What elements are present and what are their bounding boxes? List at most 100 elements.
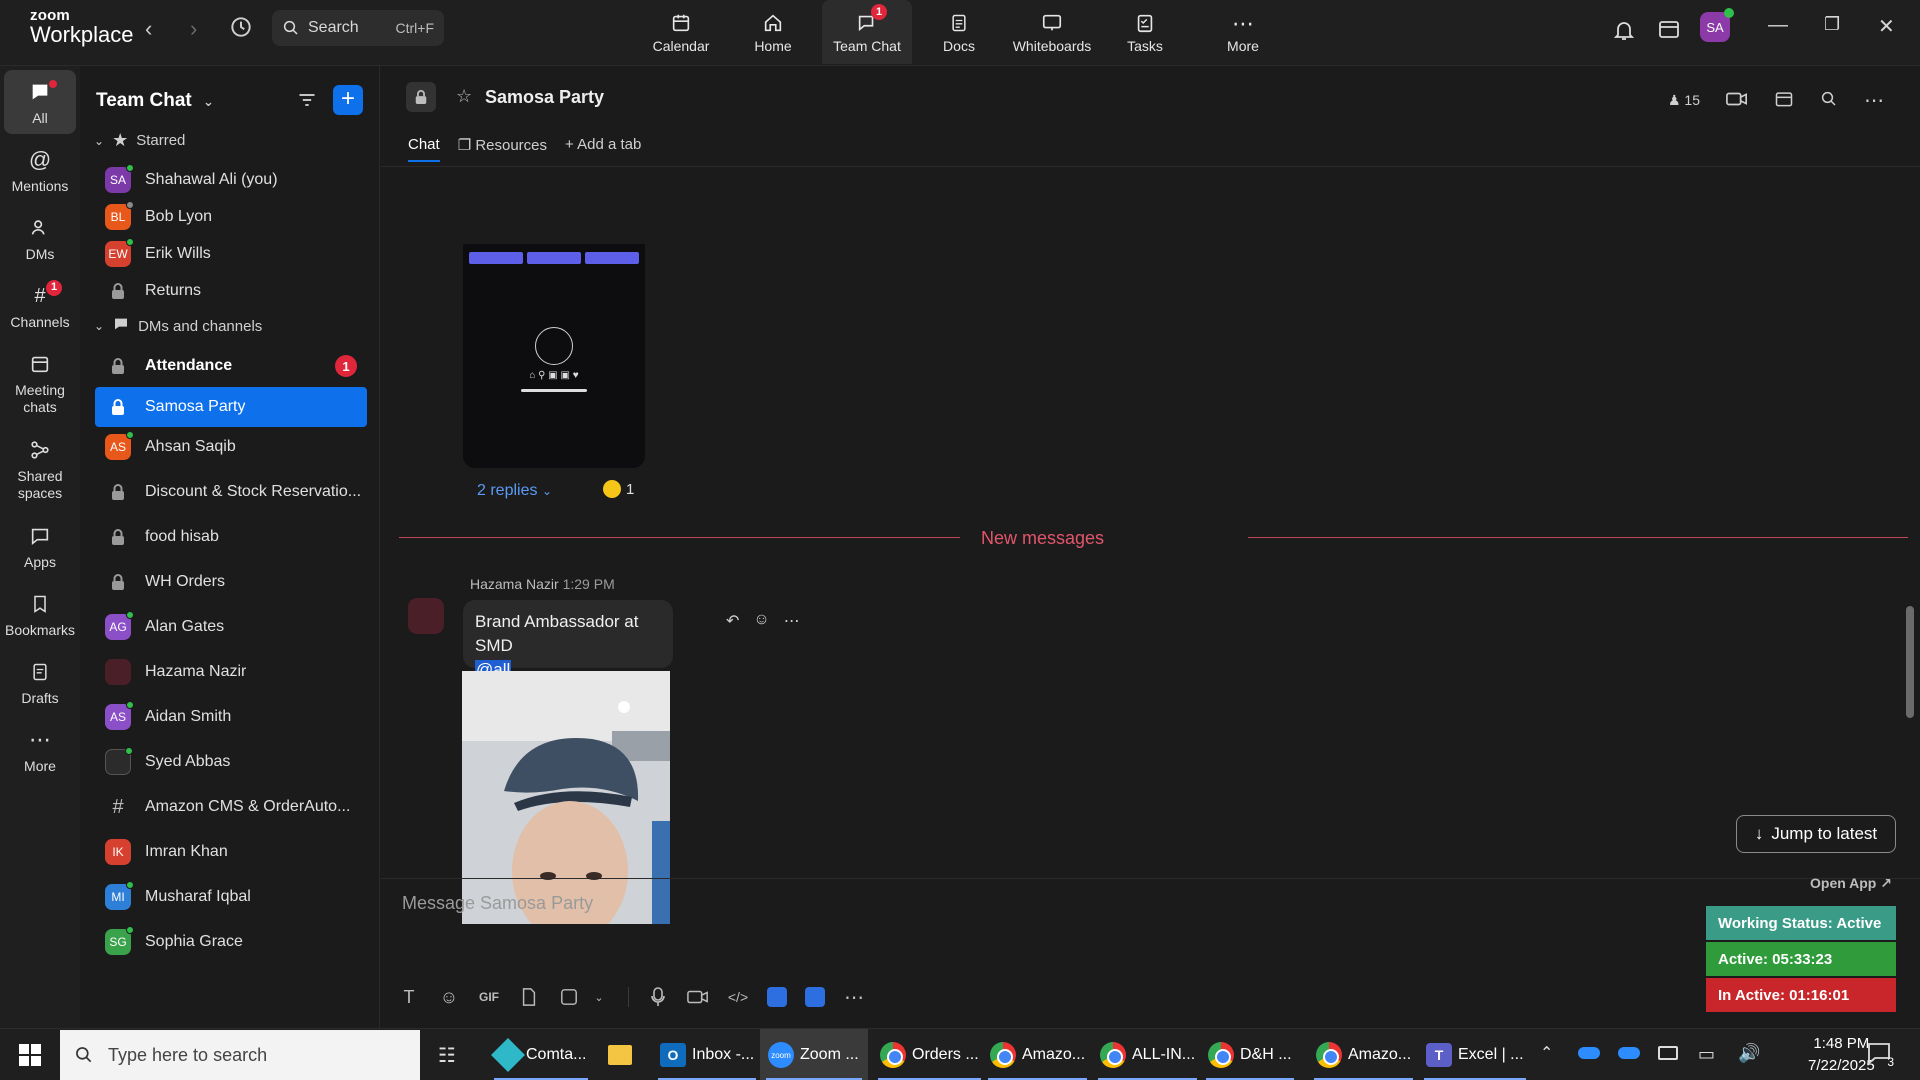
taskbar-app-chrome-amazon-2[interactable]: Amazo... <box>1308 1029 1419 1080</box>
onedrive-icon[interactable] <box>1618 1047 1640 1059</box>
jump-to-latest-button[interactable]: ↓ Jump to latest <box>1736 815 1896 853</box>
calendar-icon[interactable] <box>1774 89 1794 112</box>
members-button[interactable]: ♟ 15 <box>1668 92 1700 109</box>
rail-item-dms[interactable]: DMs <box>4 214 76 263</box>
open-app-link[interactable]: Open App ↗ <box>1810 875 1892 892</box>
task-view-icon[interactable]: ☷ <box>438 1043 456 1068</box>
section-starred[interactable]: ⌄ ★ Starred <box>94 130 185 151</box>
sidebar-item-ahsan-saqib[interactable]: AS Ahsan Saqib <box>95 427 367 467</box>
sidebar-item-bob-lyon[interactable]: BL Bob Lyon <box>95 197 367 237</box>
bell-icon[interactable] <box>1612 18 1636 47</box>
filter-icon[interactable] <box>296 90 318 115</box>
scrollbar[interactable] <box>1906 606 1914 718</box>
sidebar-item-samosa-party[interactable]: Samosa Party <box>95 387 367 427</box>
format-text-icon[interactable]: T <box>398 986 420 1008</box>
reply-icon[interactable]: ↶ <box>726 611 739 631</box>
sidebar-item-shahawal-ali[interactable]: SA Shahawal Ali (you) <box>95 160 367 200</box>
onedrive-icon[interactable] <box>1578 1047 1600 1059</box>
taskbar-app-chrome-orders[interactable]: Orders ... <box>872 1029 987 1080</box>
sidebar-item-hazama-nazir[interactable]: Hazama Nazir <box>95 652 367 692</box>
sidebar-item-imran-khan[interactable]: IK Imran Khan <box>95 832 367 872</box>
nav-tab-docs[interactable]: Docs <box>914 0 1004 64</box>
windows-start-icon[interactable] <box>18 1043 42 1072</box>
nav-tab-more[interactable]: ⋯ More <box>1198 0 1288 64</box>
nav-tab-team-chat[interactable]: 1 Team Chat <box>822 0 912 64</box>
section-dms-and-channels[interactable]: ⌄ DMs and channels <box>94 316 262 336</box>
screenshot-icon[interactable] <box>558 986 580 1008</box>
sidebar-item-attendance[interactable]: Attendance 1 <box>95 346 367 386</box>
taskbar-app-chrome-all-in[interactable]: ALL-IN... <box>1092 1029 1203 1080</box>
nav-tab-calendar[interactable]: Calendar <box>636 0 726 64</box>
chevron-down-icon[interactable]: ⌄ <box>588 986 610 1008</box>
minimize-icon[interactable]: — <box>1768 14 1788 37</box>
search-box[interactable]: Search Ctrl+F <box>272 10 444 46</box>
rail-item-apps[interactable]: Apps <box>4 522 76 571</box>
taskbar-app-chrome-dh[interactable]: D&H ... <box>1200 1029 1300 1080</box>
back-arrow-icon[interactable]: ‹ <box>145 16 152 42</box>
sidebar-item-wh-orders[interactable]: WH Orders <box>95 562 367 602</box>
add-reaction-icon[interactable]: ☺ <box>753 611 769 631</box>
sidebar-item-returns[interactable]: Returns <box>95 271 367 311</box>
emoji-icon[interactable]: ☺ <box>438 986 460 1008</box>
code-snippet-icon[interactable]: </> <box>727 986 749 1008</box>
nav-tab-tasks[interactable]: Tasks <box>1100 0 1190 64</box>
rail-item-drafts[interactable]: Drafts <box>4 658 76 707</box>
sidebar-item-alan-gates[interactable]: AG Alan Gates <box>95 607 367 647</box>
sidebar-item-syed-abbas[interactable]: Syed Abbas <box>95 742 367 782</box>
nav-tab-whiteboards[interactable]: Whiteboards <box>1006 0 1098 64</box>
sidebar-item-amazon-cms[interactable]: # Amazon CMS & OrderAuto... <box>95 787 367 827</box>
restore-icon[interactable]: ❐ <box>1824 14 1840 35</box>
more-dots-icon[interactable]: ⋯ <box>843 986 865 1009</box>
sidebar-item-erik-wills[interactable]: EW Erik Wills <box>95 234 367 274</box>
sidebar-item-aidan-smith[interactable]: AS Aidan Smith <box>95 697 367 737</box>
rail-item-more[interactable]: ⋯ More <box>4 726 76 775</box>
message-image-attachment[interactable]: ⌂ ⚲ ▣ ▣ ♥ <box>463 244 645 468</box>
sidebar-item-musharaf-iqbal[interactable]: MI Musharaf Iqbal <box>95 877 367 917</box>
taskbar-clock[interactable]: 1:48 PM 7/22/2025 <box>1808 1033 1875 1077</box>
tab-add[interactable]: + Add a tab <box>565 136 641 162</box>
rail-item-mentions[interactable]: @ Mentions <box>4 146 76 195</box>
search-icon[interactable] <box>1820 90 1838 111</box>
more-dots-icon[interactable]: ⋯ <box>784 611 800 631</box>
taskbar-app-file-explorer[interactable] <box>600 1029 640 1080</box>
replies-link[interactable]: 2 replies ⌄ <box>477 482 552 500</box>
message-input[interactable]: Message Samosa Party <box>402 893 593 914</box>
taskbar-search[interactable]: Type here to search <box>60 1030 420 1080</box>
volume-icon[interactable]: 🔊 <box>1738 1043 1760 1064</box>
taskbar-app-chrome-amazon[interactable]: Amazo... <box>982 1029 1093 1080</box>
message-photo[interactable] <box>462 671 670 924</box>
more-dots-icon[interactable]: ⋯ <box>1864 88 1884 113</box>
account-avatar[interactable]: SA <box>1700 8 1734 42</box>
video-icon[interactable] <box>1726 91 1748 110</box>
rail-item-bookmarks[interactable]: Bookmarks <box>4 590 76 639</box>
battery-icon[interactable] <box>1658 1046 1678 1060</box>
show-hidden-icons-icon[interactable]: ⌃ <box>1540 1043 1553 1063</box>
microphone-icon[interactable] <box>647 986 669 1008</box>
gif-icon[interactable]: GIF <box>478 986 500 1008</box>
sidebar-item-discount-stock[interactable]: Discount & Stock Reservatio... <box>95 472 367 512</box>
tab-chat[interactable]: Chat <box>408 136 440 162</box>
rail-item-all[interactable]: All <box>4 70 76 134</box>
sidebar-item-food-hisab[interactable]: food hisab <box>95 517 367 557</box>
sidebar-title[interactable]: Team Chat ⌄ <box>96 90 214 112</box>
sidebar-item-sophia-grace[interactable]: SG Sophia Grace <box>95 922 367 962</box>
taskbar-app-teams-excel[interactable]: T Excel | ... <box>1418 1029 1532 1080</box>
star-icon[interactable]: ☆ <box>456 86 472 107</box>
rail-item-shared-spaces[interactable]: Shared spaces <box>4 436 76 502</box>
channel-title[interactable]: Samosa Party <box>485 87 604 108</box>
network-icon[interactable]: ▭ <box>1698 1044 1715 1065</box>
file-icon[interactable] <box>518 986 540 1008</box>
history-icon[interactable] <box>228 14 254 40</box>
calendar-status-icon[interactable] <box>1657 17 1681 46</box>
video-message-icon[interactable] <box>687 986 709 1008</box>
tab-resources[interactable]: ❐ Resources <box>458 136 547 162</box>
app-icon[interactable] <box>767 987 787 1007</box>
nav-tab-home[interactable]: Home <box>728 0 818 64</box>
forward-arrow-icon[interactable]: › <box>190 16 197 42</box>
app-icon[interactable] <box>805 987 825 1007</box>
taskbar-app-comta[interactable]: Comta... <box>488 1029 594 1080</box>
rail-item-channels[interactable]: # 1 Channels <box>4 280 76 331</box>
taskbar-app-outlook[interactable]: O Inbox -... <box>652 1029 762 1080</box>
new-chat-button[interactable]: + <box>333 85 363 115</box>
close-icon[interactable]: ✕ <box>1878 14 1895 39</box>
